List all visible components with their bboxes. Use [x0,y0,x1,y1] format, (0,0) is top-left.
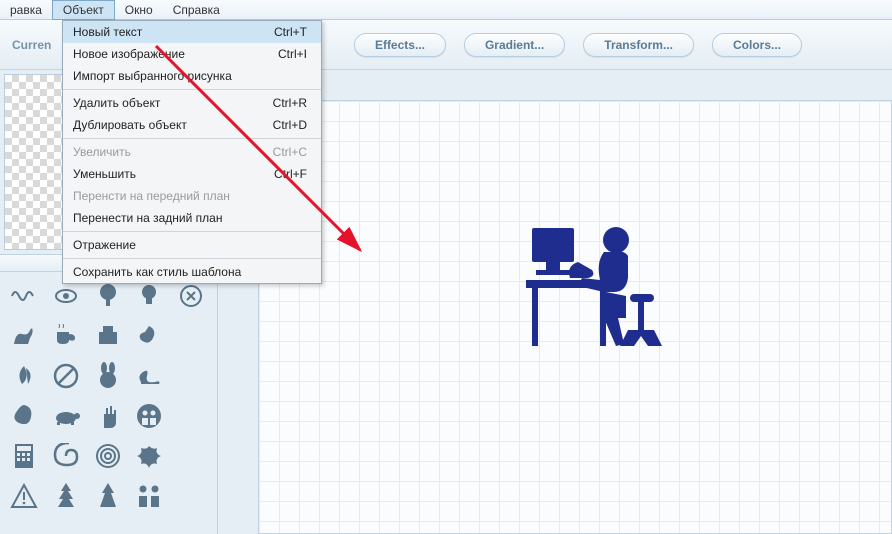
object-menu-dropdown[interactable]: Новый текст Ctrl+T Новое изображение Ctrl+I… [62,20,322,284]
menu-item-label: Импорт выбранного рисунка [73,69,232,83]
blank-icon [173,318,209,354]
swan-icon[interactable] [131,358,167,394]
menu-item-label: Уменьшить [73,167,136,181]
blank-icon [173,398,209,434]
menu-pravka[interactable]: равка [0,1,52,19]
menu-item[interactable]: Импорт выбранного рисунка [63,65,321,87]
menu-item-label: Отражение [73,238,136,252]
menu-item-label: Новый текст [73,25,142,39]
menu-item[interactable]: Новое изображение Ctrl+I [63,43,321,65]
menu-item-shortcut: Ctrl+I [278,47,307,61]
menu-item-shortcut: Ctrl+R [273,96,307,110]
menu-item[interactable]: Уменьшить Ctrl+F [63,163,321,185]
menu-separator [63,89,321,90]
menu-help[interactable]: Справка [163,1,230,19]
gradient-button[interactable]: Gradient... [464,33,565,57]
menu-separator [63,138,321,139]
hand-icon[interactable] [90,398,126,434]
menu-item[interactable]: Дублировать объект Ctrl+D [63,114,321,136]
blank-icon [173,478,209,514]
menu-item-shortcut: Ctrl+T [274,25,307,39]
bunny-icon[interactable] [90,358,126,394]
leaf-icon[interactable] [6,358,42,394]
spiral-icon[interactable] [48,438,84,474]
squiggle-icon[interactable] [6,278,42,314]
swirl2-icon[interactable] [131,318,167,354]
menu-bar[interactable]: равка Объект Окно Справка [0,0,892,20]
menu-item-label: Дублировать объект [73,118,187,132]
cup-icon[interactable] [48,318,84,354]
warning-icon[interactable] [6,478,42,514]
nosmoking-icon[interactable] [48,358,84,394]
menu-item[interactable]: Сохранить как стиль шаблона [63,261,321,283]
menu-item[interactable]: Перенести на задний план [63,207,321,229]
menu-item[interactable]: Удалить объект Ctrl+R [63,92,321,114]
menu-item[interactable]: Отражение [63,234,321,256]
menu-item-label: Сохранить как стиль шаблона [73,265,241,279]
effects-button[interactable]: Effects... [354,33,446,57]
spiral2-icon[interactable] [90,438,126,474]
people-icon[interactable] [131,478,167,514]
splat-icon[interactable] [131,438,167,474]
menu-item-shortcut: Ctrl+D [273,118,307,132]
blank-icon [173,358,209,394]
menu-object[interactable]: Объект [52,0,115,20]
menu-item-shortcut: Ctrl+F [274,167,307,181]
transform-button[interactable]: Transform... [583,33,694,57]
blob-icon[interactable] [6,398,42,434]
menu-separator [63,231,321,232]
menu-item-label: Перенсти на передний план [73,189,230,203]
menu-item[interactable]: Новый текст Ctrl+T [63,21,321,43]
shape-grid [0,272,217,520]
menu-item-label: Перенести на задний план [73,211,222,225]
menu-window[interactable]: Окно [115,1,163,19]
menu-separator [63,258,321,259]
menu-item-shortcut: Ctrl+C [273,145,307,159]
family-icon[interactable] [131,398,167,434]
toolbar-left-label: Curren [10,38,51,52]
turtle-icon[interactable] [48,398,84,434]
menu-item: Перенсти на передний план [63,185,321,207]
calc-icon[interactable] [6,438,42,474]
pine2-icon[interactable] [90,478,126,514]
fax-icon[interactable] [90,318,126,354]
canvas-clipart-person-at-computer[interactable] [518,220,678,360]
colors-button[interactable]: Colors... [712,33,802,57]
menu-item: Увеличить Ctrl+C [63,141,321,163]
kangaroo-icon[interactable] [6,318,42,354]
menu-item-label: Увеличить [73,145,131,159]
pine-icon[interactable] [48,478,84,514]
menu-item-label: Удалить объект [73,96,160,110]
menu-item-label: Новое изображение [73,47,185,61]
blank-icon [173,438,209,474]
